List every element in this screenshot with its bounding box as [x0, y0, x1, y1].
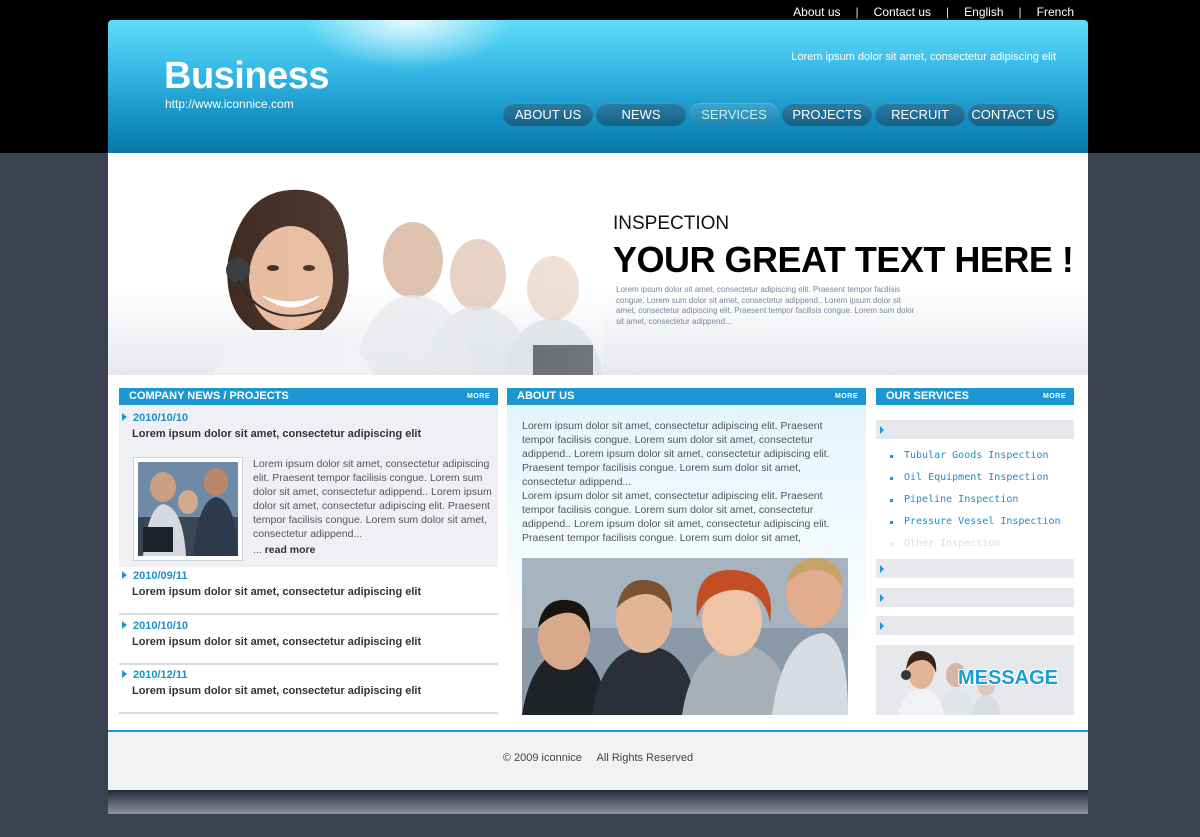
news-excerpt-text: Lorem ipsum dolor sit amet, consectetur …: [253, 458, 492, 540]
news-thumbnail-image: [138, 462, 238, 556]
news-divider: [119, 712, 498, 714]
news-more-button[interactable]: MORE: [467, 388, 490, 405]
top-link-contact-us[interactable]: Contact us: [872, 5, 933, 19]
hero-banner: INSPECTION YOUR GREAT TEXT HERE ! Lorem …: [108, 153, 1088, 375]
service-item[interactable]: Pipeline Inspection: [890, 489, 1061, 511]
news-divider: [119, 613, 498, 615]
services-header: OUR SERVICES MORE: [876, 388, 1074, 405]
nav-projects[interactable]: PROJECTS: [782, 103, 872, 126]
about-header: ABOUT US MORE: [507, 388, 866, 405]
services-more-button[interactable]: MORE: [1043, 388, 1066, 405]
news-title[interactable]: Lorem ipsum dolor sit amet, consectetur …: [121, 685, 498, 697]
nav-about-us[interactable]: ABOUT US: [503, 103, 593, 126]
top-link-french[interactable]: French: [1035, 5, 1076, 19]
triangle-bullet-icon: [880, 565, 884, 573]
news-divider: [119, 663, 498, 665]
news-date-text: 2010/12/11: [133, 669, 188, 681]
top-link-about-us[interactable]: About us: [791, 5, 842, 19]
triangle-bullet-icon: [122, 621, 127, 629]
top-link-separator: |: [1018, 5, 1022, 19]
news-date: 2010/10/10: [121, 412, 498, 424]
news-item: 2010/09/11 Lorem ipsum dolor sit amet, c…: [121, 570, 498, 598]
triangle-bullet-icon: [122, 413, 127, 421]
news-date: 2010/09/11: [121, 570, 498, 582]
main-content: COMPANY NEWS / PROJECTS MORE 2010/10/10 …: [108, 375, 1088, 730]
main-nav: ABOUT US NEWS SERVICES PROJECTS RECRUIT …: [503, 103, 1058, 126]
top-link-english[interactable]: English: [962, 5, 1005, 19]
message-banner[interactable]: MESSAGE: [876, 645, 1074, 715]
about-header-label: ABOUT US: [517, 390, 575, 402]
service-category-row[interactable]: [876, 559, 1074, 578]
triangle-bullet-icon: [122, 670, 127, 678]
service-item[interactable]: Tubular Goods Inspection: [890, 445, 1061, 467]
top-link-separator: |: [855, 5, 859, 19]
news-featured: 2010/10/10 Lorem ipsum dolor sit amet, c…: [121, 412, 498, 440]
news-date: 2010/10/10: [121, 620, 498, 632]
top-link-separator: |: [946, 5, 950, 19]
read-more-line: ... read more: [253, 543, 498, 557]
news-title[interactable]: Lorem ipsum dolor sit amet, consectetur …: [121, 586, 498, 598]
site-header: Business http://www.iconnice.com Lorem i…: [108, 20, 1088, 153]
news-title[interactable]: Lorem ipsum dolor sit amet, consectetur …: [121, 428, 498, 440]
triangle-bullet-icon: [122, 571, 127, 579]
services-header-label: OUR SERVICES: [886, 390, 969, 402]
banner-team-photo: [173, 180, 603, 375]
service-item[interactable]: Other Inspection: [890, 533, 1061, 555]
news-date-text: 2010/10/10: [133, 412, 189, 424]
nav-news[interactable]: NEWS: [596, 103, 686, 126]
news-header: COMPANY NEWS / PROJECTS MORE: [119, 388, 498, 405]
news-header-label: COMPANY NEWS / PROJECTS: [129, 390, 289, 402]
nav-recruit[interactable]: RECRUIT: [875, 103, 965, 126]
news-date-text: 2010/09/11: [133, 570, 188, 582]
triangle-bullet-icon: [880, 594, 884, 602]
page-wrapper: Business http://www.iconnice.com Lorem i…: [108, 20, 1088, 814]
news-item: 2010/10/10 Lorem ipsum dolor sit amet, c…: [121, 620, 498, 648]
service-category-row[interactable]: [876, 588, 1074, 607]
top-links: About us | Contact us | English | French: [791, 4, 1076, 20]
site-logo[interactable]: Business: [164, 56, 329, 96]
news-thumbnail[interactable]: [133, 457, 243, 561]
service-item[interactable]: Oil Equipment Inspection: [890, 467, 1061, 489]
nav-services[interactable]: SERVICES: [689, 103, 779, 126]
site-footer: © 2009 iconnice All Rights Reserved: [108, 730, 1088, 790]
triangle-bullet-icon: [880, 426, 884, 434]
banner-subtitle: INSPECTION: [613, 213, 730, 234]
news-excerpt: Lorem ipsum dolor sit amet, consectetur …: [253, 457, 498, 557]
about-team-photo: [522, 558, 848, 715]
services-list: Tubular Goods Inspection Oil Equipment I…: [890, 445, 1061, 555]
triangle-bullet-icon: [880, 622, 884, 630]
site-url: http://www.iconnice.com: [165, 97, 294, 111]
footer-shadow: [108, 790, 1088, 814]
read-more-ellipsis: ...: [253, 544, 262, 556]
banner-text: Lorem ipsum dolor sit amet, consectetur …: [616, 285, 915, 326]
banner-title: YOUR GREAT TEXT HERE !: [613, 239, 1074, 280]
news-date-text: 2010/10/10: [133, 620, 189, 632]
header-slogan: Lorem ipsum dolor sit amet, consectetur …: [791, 51, 1056, 63]
about-more-button[interactable]: MORE: [835, 388, 858, 405]
news-date: 2010/12/11: [121, 669, 498, 681]
service-category-row[interactable]: [876, 420, 1074, 439]
message-label: MESSAGE: [958, 667, 1059, 689]
about-text: Lorem ipsum dolor sit amet, consectetur …: [522, 420, 830, 544]
news-item: 2010/12/11 Lorem ipsum dolor sit amet, c…: [121, 669, 498, 697]
nav-contact-us[interactable]: CONTACT US: [968, 103, 1058, 126]
service-item[interactable]: Pressure Vessel Inspection: [890, 511, 1061, 533]
footer-copyright: © 2009 iconnice All Rights Reserved: [502, 752, 694, 764]
read-more-link[interactable]: read more: [265, 544, 316, 556]
service-category-row[interactable]: [876, 616, 1074, 635]
news-title[interactable]: Lorem ipsum dolor sit amet, consectetur …: [121, 636, 498, 648]
